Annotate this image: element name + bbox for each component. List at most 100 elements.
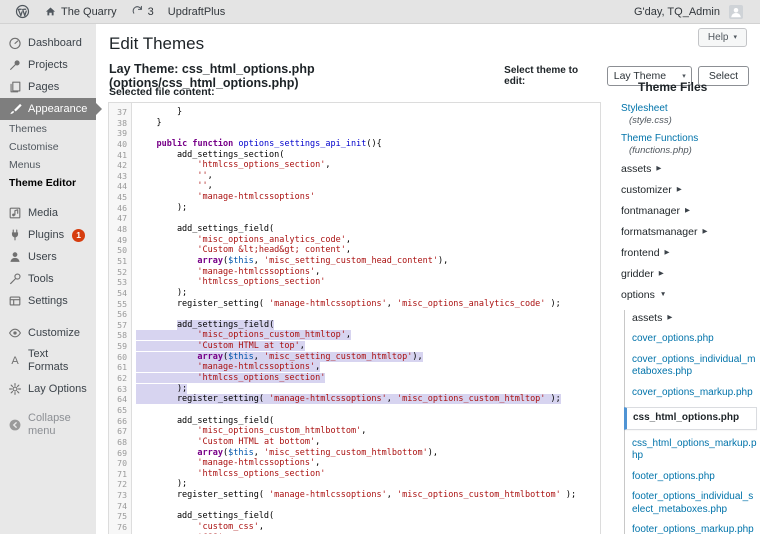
code-line: 'htmlcss_options_section'	[136, 373, 600, 384]
theme-folder-options[interactable]: options▼	[621, 289, 758, 301]
settings-icon	[8, 294, 22, 308]
theme-folder-frontend[interactable]: frontend▶	[621, 247, 758, 259]
theme-file-cover-options-php[interactable]: cover_options.php	[632, 333, 758, 346]
code-line: 'htmlcss_options_section'	[136, 469, 600, 480]
sidebar-item-projects[interactable]: Projects	[0, 54, 96, 76]
help-label: Help	[708, 32, 729, 43]
code-line: add_settings_field(	[136, 511, 600, 522]
code-line: add_settings_field(	[136, 416, 600, 427]
folder-label: options	[621, 289, 655, 301]
folder-label: assets	[632, 312, 662, 324]
theme-file-footer-options-php[interactable]: footer_options.php	[632, 471, 758, 484]
sidebar-item-pages[interactable]: Pages	[0, 76, 96, 98]
line-number: 42	[109, 160, 131, 171]
admin-bar-item-wordpress-logo[interactable]	[8, 0, 37, 23]
code-line: 'Custom &lt;head&gt; content',	[136, 245, 600, 256]
code-line: register_setting( 'manage-htmlcssoptions…	[136, 299, 600, 310]
line-number: 73	[109, 490, 131, 501]
dashboard-icon	[8, 36, 22, 50]
sidebar-item-label: Plugins	[28, 229, 64, 242]
theme-file-css-html-options-php[interactable]: css_html_options.php	[624, 407, 757, 430]
sidebar-item-text-formats[interactable]: AText Formats	[0, 344, 96, 378]
sidebar-item-settings[interactable]: Settings	[0, 290, 96, 312]
line-number: 76	[109, 522, 131, 533]
admin-bar-item-the-quarry[interactable]: The Quarry	[37, 0, 124, 23]
lay-options-icon	[8, 382, 22, 396]
theme-file-stylesheet[interactable]: Stylesheet	[621, 103, 758, 114]
code-line: }	[136, 107, 600, 118]
theme-folder-assets[interactable]: assets▶	[621, 163, 758, 175]
code-line	[136, 501, 600, 512]
folder-label: frontend	[621, 247, 660, 259]
selected-text: 'manage-htmlcssoptions',	[136, 362, 320, 372]
user-avatar-icon	[729, 5, 743, 19]
folder-arrow-icon: ▶	[677, 187, 682, 194]
code-line: );	[136, 384, 600, 395]
theme-folder-gridder[interactable]: gridder▶	[621, 268, 758, 280]
theme-folder-assets[interactable]: assets▶	[632, 312, 758, 324]
line-number: 70	[109, 458, 131, 469]
projects-icon	[8, 58, 22, 72]
theme-file-css-html-options-markup-php[interactable]: css_html_options_markup.php	[632, 438, 758, 463]
selected-text: 'htmlcss_options_section'	[136, 373, 325, 383]
code-line: array($this, 'misc_setting_custom_head_c…	[136, 256, 600, 267]
code-line: '',	[136, 181, 600, 192]
selected-text: register_setting( 'manage-htmlcssoptions…	[136, 394, 561, 404]
theme-files-heading: Theme Files	[638, 80, 758, 94]
line-number: 67	[109, 426, 131, 437]
sidebar-item-label: Projects	[28, 59, 68, 72]
theme-file-footer-options-markup-php[interactable]: footer_options_markup.php	[632, 524, 758, 534]
line-number: 51	[109, 256, 131, 267]
sidebar-item-media[interactable]: Media	[0, 202, 96, 224]
sidebar-item-users[interactable]: Users	[0, 246, 96, 268]
code-line: );	[136, 203, 600, 214]
code-line: 'Custom HTML at bottom',	[136, 437, 600, 448]
sidebar-subitem-customise[interactable]: Customise	[0, 138, 96, 156]
theme-file-cover-options-individual-metaboxes-php[interactable]: cover_options_individual_metaboxes.php	[632, 354, 758, 379]
line-number: 39	[109, 128, 131, 139]
sidebar-item-plugins[interactable]: Plugins1	[0, 224, 96, 246]
code-editor[interactable]: 3738394041424344454647484950515253545556…	[108, 102, 601, 534]
folder-label: gridder	[621, 268, 654, 280]
pages-icon	[8, 80, 22, 94]
selected-file-label: Selected file content:	[109, 86, 215, 98]
line-number: 56	[109, 309, 131, 320]
sidebar-item-lay-options[interactable]: Lay Options	[0, 378, 96, 400]
theme-file-footer-options-individual-select-metaboxes-php[interactable]: footer_options_individual_select_metabox…	[632, 491, 758, 516]
admin-bar-item-updraftplus[interactable]: UpdraftPlus	[161, 0, 232, 23]
code-line: register_setting( 'manage-htmlcssoptions…	[136, 490, 600, 501]
help-button[interactable]: Help ▾	[698, 28, 747, 47]
code-line: 'manage-htmlcssoptions',	[136, 362, 600, 373]
sidebar-item-collapse-menu[interactable]: Collapse menu	[0, 408, 96, 442]
theme-folder-fontmanager[interactable]: fontmanager▶	[621, 205, 758, 217]
code-line: array($this, 'misc_setting_custom_htmlbo…	[136, 448, 600, 459]
line-number: 48	[109, 224, 131, 235]
line-number: 44	[109, 181, 131, 192]
sidebar-subitem-themes[interactable]: Themes	[0, 120, 96, 138]
admin-sidebar: DashboardProjectsPagesAppearanceThemesCu…	[0, 24, 96, 534]
sidebar-subitem-menus[interactable]: Menus	[0, 156, 96, 174]
customize-icon	[8, 326, 22, 340]
theme-folder-formatsmanager[interactable]: formatsmanager▶	[621, 226, 758, 238]
sidebar-subitem-theme-editor[interactable]: Theme Editor	[0, 174, 96, 192]
sidebar-item-dashboard[interactable]: Dashboard	[0, 32, 96, 54]
admin-bar-item-3[interactable]: 3	[124, 0, 161, 23]
line-number: 66	[109, 416, 131, 427]
folder-label: fontmanager	[621, 205, 680, 217]
theme-file-subtitle: (functions.php)	[629, 145, 758, 156]
admin-bar-account[interactable]: G'day, TQ_Admin	[627, 0, 750, 23]
line-number: 37	[109, 107, 131, 118]
theme-file-theme-functions[interactable]: Theme Functions	[621, 133, 758, 144]
code-line: 'custom_css',	[136, 522, 600, 533]
theme-folder-customizer[interactable]: customizer▶	[621, 184, 758, 196]
line-number: 60	[109, 352, 131, 363]
sidebar-item-customize[interactable]: Customize	[0, 322, 96, 344]
sidebar-item-appearance[interactable]: Appearance	[0, 98, 96, 120]
line-number: 40	[109, 139, 131, 150]
theme-file-cover-options-markup-php[interactable]: cover_options_markup.php	[632, 387, 758, 400]
line-number: 68	[109, 437, 131, 448]
appearance-icon	[8, 102, 22, 116]
sidebar-item-label: Users	[28, 251, 57, 264]
sidebar-item-tools[interactable]: Tools	[0, 268, 96, 290]
line-number: 62	[109, 373, 131, 384]
